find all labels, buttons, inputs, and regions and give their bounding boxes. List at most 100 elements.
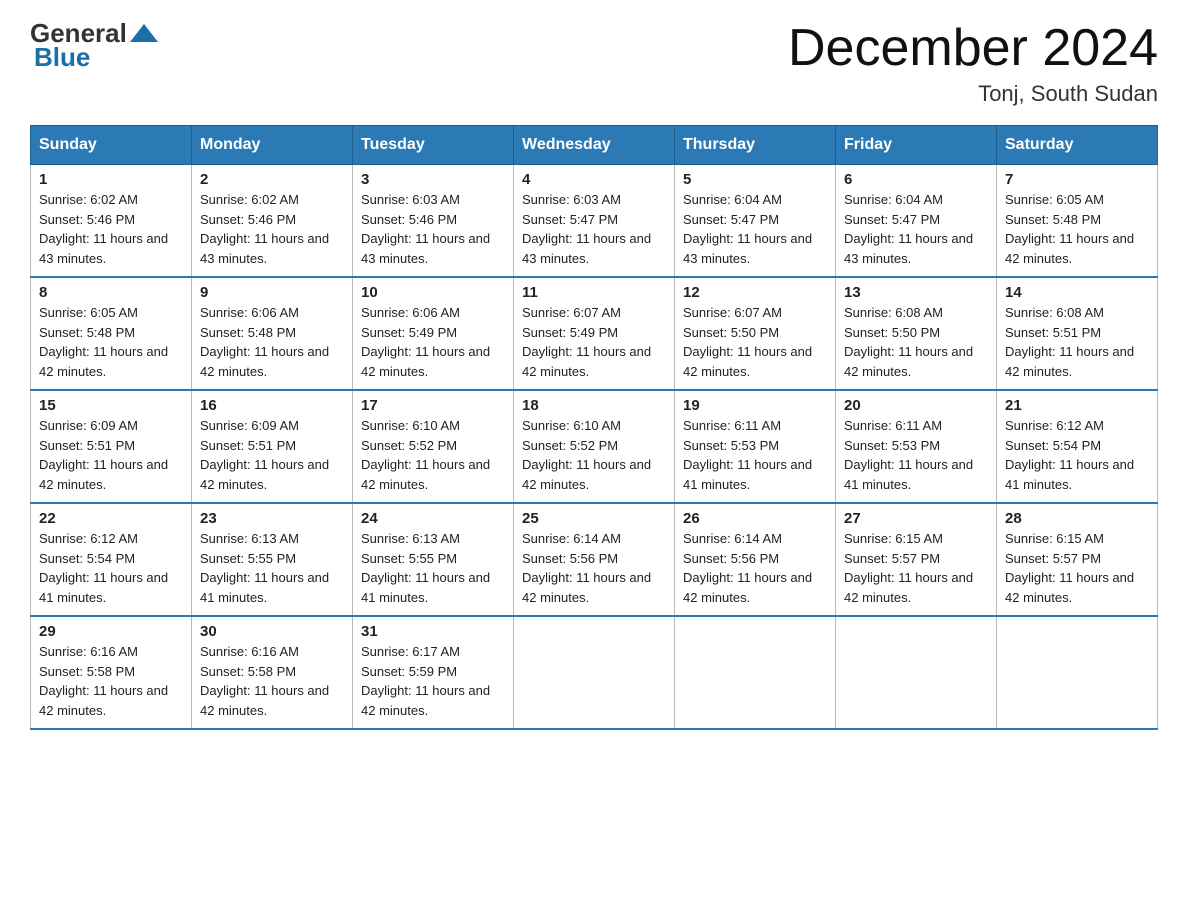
header-row: Sunday Monday Tuesday Wednesday Thursday… bbox=[31, 126, 1158, 165]
logo-blue-text: Blue bbox=[34, 42, 90, 73]
day-info: Sunrise: 6:15 AM Sunset: 5:57 PM Dayligh… bbox=[844, 529, 988, 607]
calendar-cell: 28 Sunrise: 6:15 AM Sunset: 5:57 PM Dayl… bbox=[997, 503, 1158, 616]
calendar-cell: 31 Sunrise: 6:17 AM Sunset: 5:59 PM Dayl… bbox=[353, 616, 514, 729]
day-info: Sunrise: 6:04 AM Sunset: 5:47 PM Dayligh… bbox=[844, 190, 988, 268]
day-info: Sunrise: 6:08 AM Sunset: 5:51 PM Dayligh… bbox=[1005, 303, 1149, 381]
day-info: Sunrise: 6:02 AM Sunset: 5:46 PM Dayligh… bbox=[200, 190, 344, 268]
calendar-cell: 15 Sunrise: 6:09 AM Sunset: 5:51 PM Dayl… bbox=[31, 390, 192, 503]
day-info: Sunrise: 6:10 AM Sunset: 5:52 PM Dayligh… bbox=[522, 416, 666, 494]
day-info: Sunrise: 6:13 AM Sunset: 5:55 PM Dayligh… bbox=[200, 529, 344, 607]
day-number: 24 bbox=[361, 510, 505, 527]
day-info: Sunrise: 6:13 AM Sunset: 5:55 PM Dayligh… bbox=[361, 529, 505, 607]
day-info: Sunrise: 6:10 AM Sunset: 5:52 PM Dayligh… bbox=[361, 416, 505, 494]
day-number: 12 bbox=[683, 284, 827, 301]
day-info: Sunrise: 6:08 AM Sunset: 5:50 PM Dayligh… bbox=[844, 303, 988, 381]
day-number: 18 bbox=[522, 397, 666, 414]
calendar-table: Sunday Monday Tuesday Wednesday Thursday… bbox=[30, 125, 1158, 730]
calendar-cell: 3 Sunrise: 6:03 AM Sunset: 5:46 PM Dayli… bbox=[353, 165, 514, 278]
day-number: 19 bbox=[683, 397, 827, 414]
day-number: 20 bbox=[844, 397, 988, 414]
day-info: Sunrise: 6:05 AM Sunset: 5:48 PM Dayligh… bbox=[39, 303, 183, 381]
calendar-cell: 17 Sunrise: 6:10 AM Sunset: 5:52 PM Dayl… bbox=[353, 390, 514, 503]
day-info: Sunrise: 6:16 AM Sunset: 5:58 PM Dayligh… bbox=[39, 642, 183, 720]
day-number: 9 bbox=[200, 284, 344, 301]
calendar-cell: 23 Sunrise: 6:13 AM Sunset: 5:55 PM Dayl… bbox=[192, 503, 353, 616]
calendar-cell: 14 Sunrise: 6:08 AM Sunset: 5:51 PM Dayl… bbox=[997, 277, 1158, 390]
day-number: 25 bbox=[522, 510, 666, 527]
day-info: Sunrise: 6:14 AM Sunset: 5:56 PM Dayligh… bbox=[683, 529, 827, 607]
calendar-week-row: 22 Sunrise: 6:12 AM Sunset: 5:54 PM Dayl… bbox=[31, 503, 1158, 616]
calendar-cell: 25 Sunrise: 6:14 AM Sunset: 5:56 PM Dayl… bbox=[514, 503, 675, 616]
col-wednesday: Wednesday bbox=[514, 126, 675, 165]
day-info: Sunrise: 6:11 AM Sunset: 5:53 PM Dayligh… bbox=[683, 416, 827, 494]
day-number: 31 bbox=[361, 623, 505, 640]
calendar-cell: 7 Sunrise: 6:05 AM Sunset: 5:48 PM Dayli… bbox=[997, 165, 1158, 278]
day-number: 16 bbox=[200, 397, 344, 414]
calendar-cell bbox=[997, 616, 1158, 729]
day-number: 4 bbox=[522, 171, 666, 188]
calendar-cell: 29 Sunrise: 6:16 AM Sunset: 5:58 PM Dayl… bbox=[31, 616, 192, 729]
day-info: Sunrise: 6:17 AM Sunset: 5:59 PM Dayligh… bbox=[361, 642, 505, 720]
calendar-cell: 27 Sunrise: 6:15 AM Sunset: 5:57 PM Dayl… bbox=[836, 503, 997, 616]
day-info: Sunrise: 6:06 AM Sunset: 5:49 PM Dayligh… bbox=[361, 303, 505, 381]
calendar-cell bbox=[514, 616, 675, 729]
day-number: 10 bbox=[361, 284, 505, 301]
calendar-cell: 21 Sunrise: 6:12 AM Sunset: 5:54 PM Dayl… bbox=[997, 390, 1158, 503]
day-info: Sunrise: 6:16 AM Sunset: 5:58 PM Dayligh… bbox=[200, 642, 344, 720]
day-number: 6 bbox=[844, 171, 988, 188]
calendar-cell: 20 Sunrise: 6:11 AM Sunset: 5:53 PM Dayl… bbox=[836, 390, 997, 503]
title-area: December 2024 Tonj, South Sudan bbox=[788, 20, 1158, 107]
day-number: 28 bbox=[1005, 510, 1149, 527]
day-number: 30 bbox=[200, 623, 344, 640]
calendar-cell: 2 Sunrise: 6:02 AM Sunset: 5:46 PM Dayli… bbox=[192, 165, 353, 278]
calendar-cell: 19 Sunrise: 6:11 AM Sunset: 5:53 PM Dayl… bbox=[675, 390, 836, 503]
day-number: 21 bbox=[1005, 397, 1149, 414]
calendar-cell: 11 Sunrise: 6:07 AM Sunset: 5:49 PM Dayl… bbox=[514, 277, 675, 390]
calendar-week-row: 8 Sunrise: 6:05 AM Sunset: 5:48 PM Dayli… bbox=[31, 277, 1158, 390]
day-info: Sunrise: 6:03 AM Sunset: 5:47 PM Dayligh… bbox=[522, 190, 666, 268]
calendar-cell bbox=[836, 616, 997, 729]
calendar-cell: 4 Sunrise: 6:03 AM Sunset: 5:47 PM Dayli… bbox=[514, 165, 675, 278]
calendar-cell: 22 Sunrise: 6:12 AM Sunset: 5:54 PM Dayl… bbox=[31, 503, 192, 616]
calendar-week-row: 29 Sunrise: 6:16 AM Sunset: 5:58 PM Dayl… bbox=[31, 616, 1158, 729]
col-friday: Friday bbox=[836, 126, 997, 165]
day-number: 8 bbox=[39, 284, 183, 301]
day-info: Sunrise: 6:05 AM Sunset: 5:48 PM Dayligh… bbox=[1005, 190, 1149, 268]
calendar-body: 1 Sunrise: 6:02 AM Sunset: 5:46 PM Dayli… bbox=[31, 165, 1158, 730]
logo-triangle-icon bbox=[130, 24, 158, 42]
day-number: 27 bbox=[844, 510, 988, 527]
day-number: 26 bbox=[683, 510, 827, 527]
day-info: Sunrise: 6:07 AM Sunset: 5:50 PM Dayligh… bbox=[683, 303, 827, 381]
calendar-cell: 24 Sunrise: 6:13 AM Sunset: 5:55 PM Dayl… bbox=[353, 503, 514, 616]
calendar-cell: 10 Sunrise: 6:06 AM Sunset: 5:49 PM Dayl… bbox=[353, 277, 514, 390]
day-info: Sunrise: 6:14 AM Sunset: 5:56 PM Dayligh… bbox=[522, 529, 666, 607]
day-info: Sunrise: 6:11 AM Sunset: 5:53 PM Dayligh… bbox=[844, 416, 988, 494]
calendar-cell: 13 Sunrise: 6:08 AM Sunset: 5:50 PM Dayl… bbox=[836, 277, 997, 390]
calendar-cell: 6 Sunrise: 6:04 AM Sunset: 5:47 PM Dayli… bbox=[836, 165, 997, 278]
day-number: 17 bbox=[361, 397, 505, 414]
day-number: 3 bbox=[361, 171, 505, 188]
calendar-cell bbox=[675, 616, 836, 729]
calendar-cell: 9 Sunrise: 6:06 AM Sunset: 5:48 PM Dayli… bbox=[192, 277, 353, 390]
calendar-cell: 18 Sunrise: 6:10 AM Sunset: 5:52 PM Dayl… bbox=[514, 390, 675, 503]
logo-area: General Blue bbox=[30, 20, 161, 73]
day-info: Sunrise: 6:15 AM Sunset: 5:57 PM Dayligh… bbox=[1005, 529, 1149, 607]
col-monday: Monday bbox=[192, 126, 353, 165]
calendar-cell: 8 Sunrise: 6:05 AM Sunset: 5:48 PM Dayli… bbox=[31, 277, 192, 390]
day-number: 5 bbox=[683, 171, 827, 188]
day-info: Sunrise: 6:09 AM Sunset: 5:51 PM Dayligh… bbox=[39, 416, 183, 494]
col-thursday: Thursday bbox=[675, 126, 836, 165]
day-number: 22 bbox=[39, 510, 183, 527]
day-info: Sunrise: 6:02 AM Sunset: 5:46 PM Dayligh… bbox=[39, 190, 183, 268]
day-number: 29 bbox=[39, 623, 183, 640]
col-saturday: Saturday bbox=[997, 126, 1158, 165]
day-info: Sunrise: 6:09 AM Sunset: 5:51 PM Dayligh… bbox=[200, 416, 344, 494]
day-number: 14 bbox=[1005, 284, 1149, 301]
day-info: Sunrise: 6:12 AM Sunset: 5:54 PM Dayligh… bbox=[1005, 416, 1149, 494]
day-info: Sunrise: 6:07 AM Sunset: 5:49 PM Dayligh… bbox=[522, 303, 666, 381]
calendar-cell: 16 Sunrise: 6:09 AM Sunset: 5:51 PM Dayl… bbox=[192, 390, 353, 503]
calendar-cell: 30 Sunrise: 6:16 AM Sunset: 5:58 PM Dayl… bbox=[192, 616, 353, 729]
day-number: 1 bbox=[39, 171, 183, 188]
col-tuesday: Tuesday bbox=[353, 126, 514, 165]
day-info: Sunrise: 6:06 AM Sunset: 5:48 PM Dayligh… bbox=[200, 303, 344, 381]
